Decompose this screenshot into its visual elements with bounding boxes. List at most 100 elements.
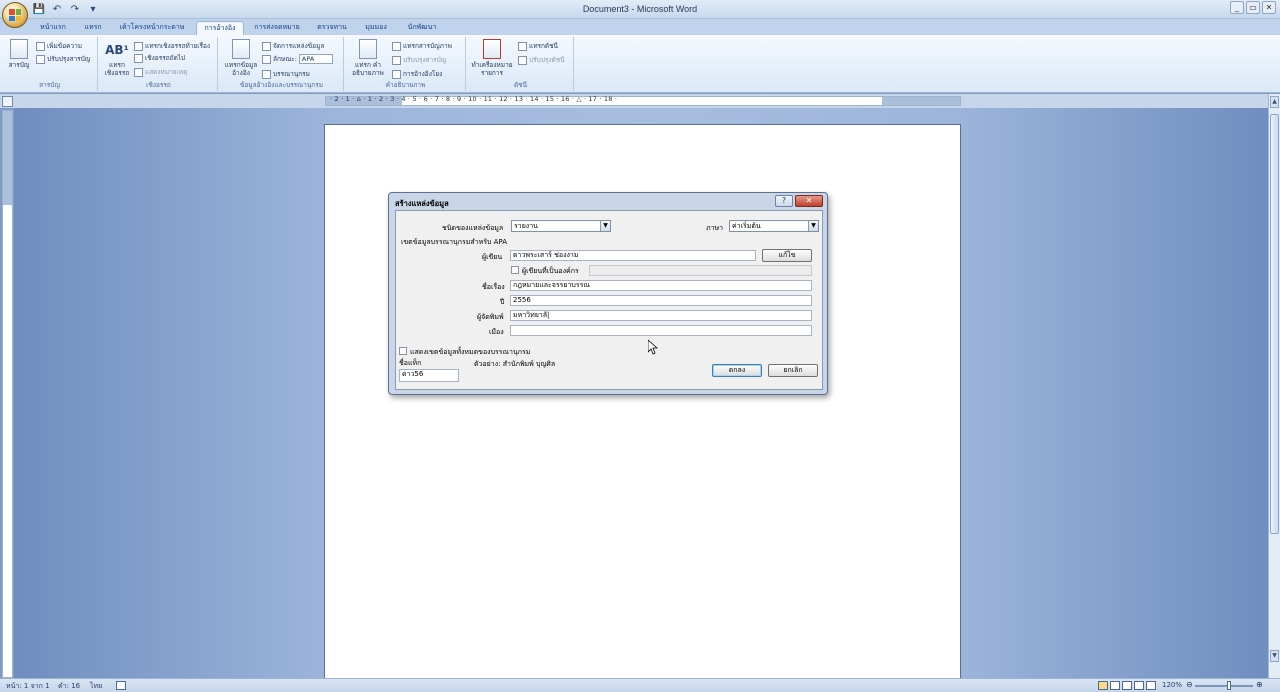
citation-icon (232, 39, 250, 59)
next-footnote-button[interactable]: เชิงอรรถถัดไป (134, 53, 185, 63)
update-table-label: ปรับปรุงสารบัญ (403, 56, 447, 64)
tab-view[interactable]: มุมมอง (358, 21, 394, 35)
maximize-button[interactable]: ▭ (1246, 1, 1260, 14)
update-table-button[interactable]: ปรับปรุงสารบัญ (392, 55, 446, 65)
publisher-field[interactable]: มหาวิทยาลั| (510, 310, 812, 321)
bibliography-icon (262, 69, 271, 79)
dialog-body: ชนิดของแหล่งข้อมูล รายงาน ▼ ภาษา ค่าเริ่… (395, 210, 823, 390)
style-selector[interactable]: ลักษณะ: APA (262, 54, 333, 64)
zoom-level[interactable]: 120% (1162, 681, 1182, 689)
toc-icon (10, 39, 28, 59)
tab-insert[interactable]: แทรก (78, 21, 108, 35)
show-notes-button[interactable]: แสดงหมายเหตุ (134, 67, 187, 77)
source-type-label: ชนิดของแหล่งข้อมูล (442, 224, 504, 232)
scroll-up-icon[interactable]: ▲ (1270, 96, 1279, 108)
outline-icon[interactable] (1134, 681, 1144, 690)
group-captions-label: คำอธิบายภาพ (385, 81, 426, 89)
title-field[interactable]: กฎหมายและจรรยาบรรณ (510, 280, 812, 291)
title-label: ชื่อเรื่อง (482, 283, 505, 291)
bibliography-button[interactable]: บรรณานุกรม (262, 69, 310, 79)
city-label: เมือง (489, 328, 504, 336)
publisher-label: ผู้จัดพิมพ์ (477, 313, 504, 321)
tag-name-label: ชื่อแท็ก (399, 359, 422, 367)
print-layout-icon[interactable] (1098, 681, 1108, 690)
tab-references[interactable]: การอ้างอิง (196, 21, 244, 35)
dialog-help-button[interactable]: ? (775, 195, 793, 207)
zoom-in-icon[interactable]: ⊕ (1256, 680, 1263, 689)
insert-table-of-figures-button[interactable]: แทรกสารบัญภาพ (392, 41, 452, 51)
tab-mailings[interactable]: การส่งจดหมาย (248, 21, 306, 35)
group-index-label: ดัชนี (513, 81, 528, 89)
ok-button[interactable]: ตกลง (712, 364, 762, 377)
tab-developer[interactable]: นักพัฒนา (400, 21, 444, 35)
manage-sources-button[interactable]: จัดการแหล่งข้อมูล (262, 41, 324, 51)
style-combo[interactable]: APA (298, 54, 333, 64)
manage-sources-label: จัดการแหล่งข้อมูล (273, 42, 325, 50)
language-indicator[interactable]: ไทย (90, 681, 102, 692)
dialog-close-button[interactable]: ✕ (795, 195, 823, 207)
scroll-down-icon[interactable]: ▼ (1270, 650, 1279, 662)
insert-caption-button[interactable]: แทรก คำอธิบายภาพ (346, 39, 390, 77)
group-toc: สารบัญ เพิ่มข้อความ ปรับปรุงสารบัญ สารบั… (2, 37, 98, 91)
update-toc-icon (36, 54, 45, 64)
tab-home[interactable]: หน้าแรก (34, 21, 72, 35)
insert-citation-button[interactable]: แทรกข้อมูล อ้างอิง (222, 39, 260, 77)
draft-icon[interactable] (1146, 681, 1156, 690)
source-type-select[interactable]: รายงาน ▼ (511, 220, 611, 232)
title-bar: 💾 ↶ ↷ ▾ Document3 - Microsoft Word _ ▭ ✕ (0, 0, 1280, 19)
zoom-out-icon[interactable]: ⊖ (1186, 680, 1193, 689)
insert-footnote-button[interactable]: AB¹ แทรก เชิงอรรถ (100, 39, 134, 77)
minimize-button[interactable]: _ (1230, 1, 1244, 14)
scroll-thumb[interactable] (1270, 114, 1279, 534)
show-all-fields-checkbox[interactable] (399, 347, 407, 355)
language-value: ค่าเริ่มต้น (732, 222, 761, 230)
cancel-button[interactable]: ยกเลิก (768, 364, 818, 377)
ruler-numbers: · 2 · 1 · ⌂ · 1 · 2 · 3 · 4 · 5 · 6 · 7 … (330, 95, 618, 103)
insert-citation-label: แทรกข้อมูล อ้างอิง (224, 61, 258, 77)
full-screen-reading-icon[interactable] (1110, 681, 1120, 690)
language-select[interactable]: ค่าเริ่มต้น ▼ (729, 220, 819, 232)
cross-reference-label: การอ้างอิงโยง (403, 70, 443, 78)
group-footnotes-label: เชิงอรรถ (146, 81, 171, 89)
cross-reference-button[interactable]: การอ้างอิงโยง (392, 69, 442, 79)
zoom-slider-thumb[interactable] (1227, 681, 1231, 690)
insert-endnote-button[interactable]: แทรกเชิงอรรถท้ายเรื่อง (134, 41, 210, 51)
next-footnote-icon (134, 53, 143, 63)
tab-selector[interactable] (2, 96, 13, 107)
add-text-button[interactable]: เพิ่มข้อความ (36, 41, 82, 51)
office-button[interactable] (2, 2, 28, 28)
city-field[interactable] (510, 325, 812, 336)
apa-fields-label: เขตข้อมูลบรรณานุกรมสำหรับ APA (401, 238, 507, 246)
toc-button[interactable]: สารบัญ (2, 39, 36, 69)
mouse-cursor-icon (648, 340, 658, 355)
zoom-slider[interactable] (1195, 685, 1253, 687)
web-layout-icon[interactable] (1122, 681, 1132, 690)
update-index-icon (518, 55, 527, 65)
insert-endnote-label: แทรกเชิงอรรถท้ายเรื่อง (145, 42, 211, 50)
ribbon-tabs: หน้าแรก แทรก เค้าโครงหน้ากระดาษ การอ้างอ… (0, 19, 1280, 35)
window-controls: _ ▭ ✕ (1230, 1, 1276, 14)
close-button[interactable]: ✕ (1262, 1, 1276, 14)
bibliography-label: บรรณานุกรม (273, 70, 310, 78)
tab-page-layout[interactable]: เค้าโครงหน้ากระดาษ (114, 21, 190, 35)
group-footnotes: AB¹ แทรก เชิงอรรถ แทรกเชิงอรรถท้ายเรื่อง… (100, 37, 218, 91)
footnote-icon: AB¹ (105, 43, 129, 57)
tab-review[interactable]: ตรวจทาน (312, 21, 352, 35)
group-citations: แทรกข้อมูล อ้างอิง จัดการแหล่งข้อมูล ลัก… (220, 37, 344, 91)
update-index-button[interactable]: ปรับปรุงดัชนี (518, 55, 565, 65)
update-toc-button[interactable]: ปรับปรุงสารบัญ (36, 54, 90, 64)
group-citations-label: ข้อมูลอ้างอิงและบรรณานุกรม (239, 81, 324, 89)
vertical-ruler[interactable] (2, 110, 13, 678)
vertical-scrollbar[interactable]: ▲ ▼ (1268, 94, 1280, 678)
corporate-author-checkbox[interactable] (511, 266, 519, 274)
author-field[interactable]: ดาวพระเสาร์ ช่องงาม (510, 250, 756, 261)
tag-name-field[interactable]: ดาว56 (399, 369, 459, 382)
word-count[interactable]: คำ: 16 (58, 681, 80, 692)
year-field[interactable]: 2556 (510, 295, 812, 306)
page-count[interactable]: หน้า: 1 จาก 1 (6, 681, 50, 692)
edit-author-button[interactable]: แก้ไข (762, 249, 812, 262)
chevron-down-icon: ▼ (808, 221, 818, 231)
insert-index-button[interactable]: แทรกดัชนี (518, 41, 558, 51)
mark-entry-button[interactable]: ทำเครื่องหมาย รายการ (468, 39, 516, 77)
macro-recording-icon[interactable] (116, 681, 126, 690)
